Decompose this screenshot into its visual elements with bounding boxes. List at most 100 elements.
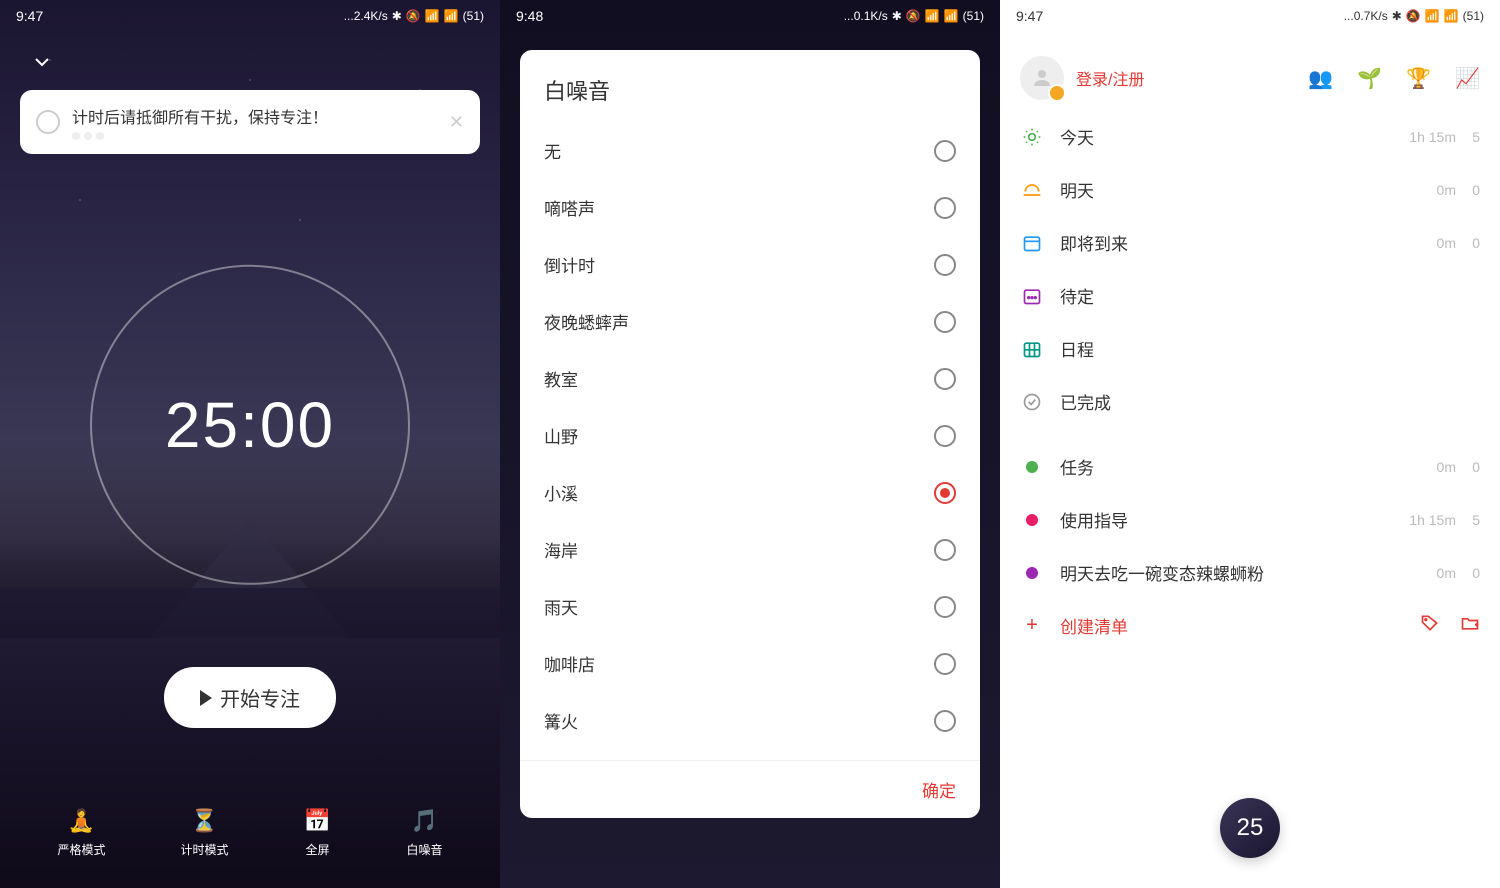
check-icon xyxy=(1020,390,1044,414)
noise-option[interactable]: 嘀嗒声 xyxy=(528,179,972,236)
noise-option[interactable]: 小溪 xyxy=(528,464,972,521)
radio-button[interactable] xyxy=(934,710,956,732)
task-text: 计时后请抵御所有干扰，保持专注！ xyxy=(72,104,437,128)
white-noise-modal-screen: 9:48 ...0.1K/s ✱ 🔕 📶 📶 (51) 白噪音 无嘀嗒声倒计时夜… xyxy=(500,0,1000,888)
menu-label: 今天 xyxy=(1060,124,1409,149)
noise-option-label: 教室 xyxy=(544,366,578,391)
trophy-icon[interactable]: 🏆 xyxy=(1406,66,1431,91)
modal-title: 白噪音 xyxy=(520,50,980,122)
folder-icon[interactable] xyxy=(1460,613,1480,638)
noise-option-label: 倒计时 xyxy=(544,252,595,277)
battery-icon: (51) xyxy=(1463,9,1484,23)
wifi-icon: 📶 xyxy=(944,9,959,23)
noise-option[interactable]: 无 xyxy=(528,122,972,179)
timer-circle[interactable]: 25:00 xyxy=(90,265,410,585)
task-time: 0m xyxy=(1437,459,1456,475)
noise-option[interactable]: 雨天 xyxy=(528,578,972,635)
task-list-item[interactable]: 明天去吃一碗变态辣螺蛳粉 0m 0 xyxy=(1000,546,1500,599)
fullscreen-button[interactable]: 📅 全屏 xyxy=(303,807,331,858)
noise-option-label: 嘀嗒声 xyxy=(544,195,595,220)
noise-option-label: 无 xyxy=(544,138,561,163)
status-time: 9:48 xyxy=(516,8,543,24)
menu-item[interactable]: 即将到来 0m 0 xyxy=(1000,216,1500,269)
task-time: 0m xyxy=(1437,565,1456,581)
music-icon: 🎵 xyxy=(410,807,438,835)
noise-option-label: 海岸 xyxy=(544,537,578,562)
task-list-item[interactable]: 任务 0m 0 xyxy=(1000,440,1500,493)
radio-button[interactable] xyxy=(934,425,956,447)
radio-button[interactable] xyxy=(934,539,956,561)
menu-item[interactable]: 已完成 xyxy=(1000,375,1500,428)
signal-icon: 📶 xyxy=(425,9,440,23)
noise-option-label: 夜晚蟋蟀声 xyxy=(544,309,629,334)
focus-timer-screen: 9:47 ...2.4K/s ✱ 🔕 📶 📶 (51) 计时后请抵御所有干扰，保… xyxy=(0,0,500,888)
collapse-button[interactable] xyxy=(30,50,54,80)
noise-option[interactable]: 夜晚蟋蟀声 xyxy=(528,293,972,350)
noise-option[interactable]: 教室 xyxy=(528,350,972,407)
menu-label: 已完成 xyxy=(1060,389,1456,414)
radio-button[interactable] xyxy=(934,197,956,219)
profile-row: 登录/注册 👥 🌱 🏆 📈 xyxy=(1000,44,1500,112)
close-icon[interactable]: ✕ xyxy=(449,112,464,133)
noise-options-list[interactable]: 无嘀嗒声倒计时夜晚蟋蟀声教室山野小溪海岸雨天咖啡店篝火 xyxy=(520,122,980,760)
radio-button[interactable] xyxy=(934,311,956,333)
sun-icon xyxy=(1020,125,1044,149)
timer-display: 25:00 xyxy=(165,388,335,462)
radio-button[interactable] xyxy=(934,596,956,618)
task-list-item[interactable]: 使用指导 1h 15m 5 xyxy=(1000,493,1500,546)
plus-icon[interactable]: + xyxy=(1020,614,1044,637)
menu-item[interactable]: 日程 xyxy=(1000,322,1500,375)
radio-button[interactable] xyxy=(934,254,956,276)
plant-icon[interactable]: 🌱 xyxy=(1357,66,1382,91)
dot-icon xyxy=(1020,508,1044,532)
battery-icon: (51) xyxy=(463,9,484,23)
bluetooth-icon: ✱ xyxy=(892,9,902,23)
noise-option[interactable]: 倒计时 xyxy=(528,236,972,293)
radio-button[interactable] xyxy=(934,140,956,162)
bluetooth-icon: ✱ xyxy=(392,9,402,23)
white-noise-button[interactable]: 🎵 白噪音 xyxy=(406,807,442,858)
noise-option-label: 篝火 xyxy=(544,708,578,733)
avatar[interactable] xyxy=(1020,56,1064,100)
task-checkbox[interactable] xyxy=(36,110,60,134)
status-time: 9:47 xyxy=(1016,8,1043,24)
noise-option[interactable]: 海岸 xyxy=(528,521,972,578)
menu-time: 0m xyxy=(1437,235,1456,251)
menu-item[interactable]: 待定 xyxy=(1000,269,1500,322)
signal-icon: 📶 xyxy=(925,9,940,23)
menu-label: 明天 xyxy=(1060,177,1437,202)
noise-option[interactable]: 山野 xyxy=(528,407,972,464)
task-label: 任务 xyxy=(1060,454,1437,479)
status-indicators: ...2.4K/s ✱ 🔕 📶 📶 (51) xyxy=(344,9,484,23)
login-register-link[interactable]: 登录/注册 xyxy=(1076,66,1144,90)
stats-icon[interactable]: 📈 xyxy=(1455,66,1480,91)
task-banner[interactable]: 计时后请抵御所有干扰，保持专注！ ✕ xyxy=(20,90,480,154)
strict-mode-button[interactable]: 🧘 严格模式 xyxy=(57,807,105,858)
menu-label: 待定 xyxy=(1060,283,1456,308)
menu-count: 0 xyxy=(1468,182,1480,198)
radio-button[interactable] xyxy=(934,653,956,675)
menu-item[interactable]: 明天 0m 0 xyxy=(1000,163,1500,216)
confirm-button[interactable]: 确定 xyxy=(922,782,956,801)
meditation-icon: 🧘 xyxy=(67,807,95,835)
noise-option[interactable]: 篝火 xyxy=(528,692,972,749)
people-icon[interactable]: 👥 xyxy=(1308,66,1333,91)
dot-icon xyxy=(1020,561,1044,585)
tag-icon[interactable] xyxy=(1420,613,1440,638)
radio-button[interactable] xyxy=(934,482,956,504)
menu-item[interactable]: 今天 1h 15m 5 xyxy=(1000,110,1500,163)
timer-mode-button[interactable]: ⏳ 计时模式 xyxy=(180,807,228,858)
status-indicators: ...0.7K/s ✱ 🔕 📶 📶 (51) xyxy=(1344,9,1484,23)
radio-button[interactable] xyxy=(934,368,956,390)
task-count: 0 xyxy=(1468,565,1480,581)
noise-option-label: 小溪 xyxy=(544,480,578,505)
timer-fab[interactable]: 25 xyxy=(1220,798,1280,858)
create-list-button[interactable]: 创建清单 xyxy=(1060,613,1128,638)
status-bar: 9:47 ...2.4K/s ✱ 🔕 📶 📶 (51) xyxy=(0,0,500,32)
modal-footer: 确定 xyxy=(520,760,980,818)
start-focus-button[interactable]: 开始专注 xyxy=(164,667,336,728)
menu-time: 0m xyxy=(1437,182,1456,198)
dot-icon xyxy=(1020,455,1044,479)
wifi-icon: 📶 xyxy=(444,9,459,23)
noise-option[interactable]: 咖啡店 xyxy=(528,635,972,692)
